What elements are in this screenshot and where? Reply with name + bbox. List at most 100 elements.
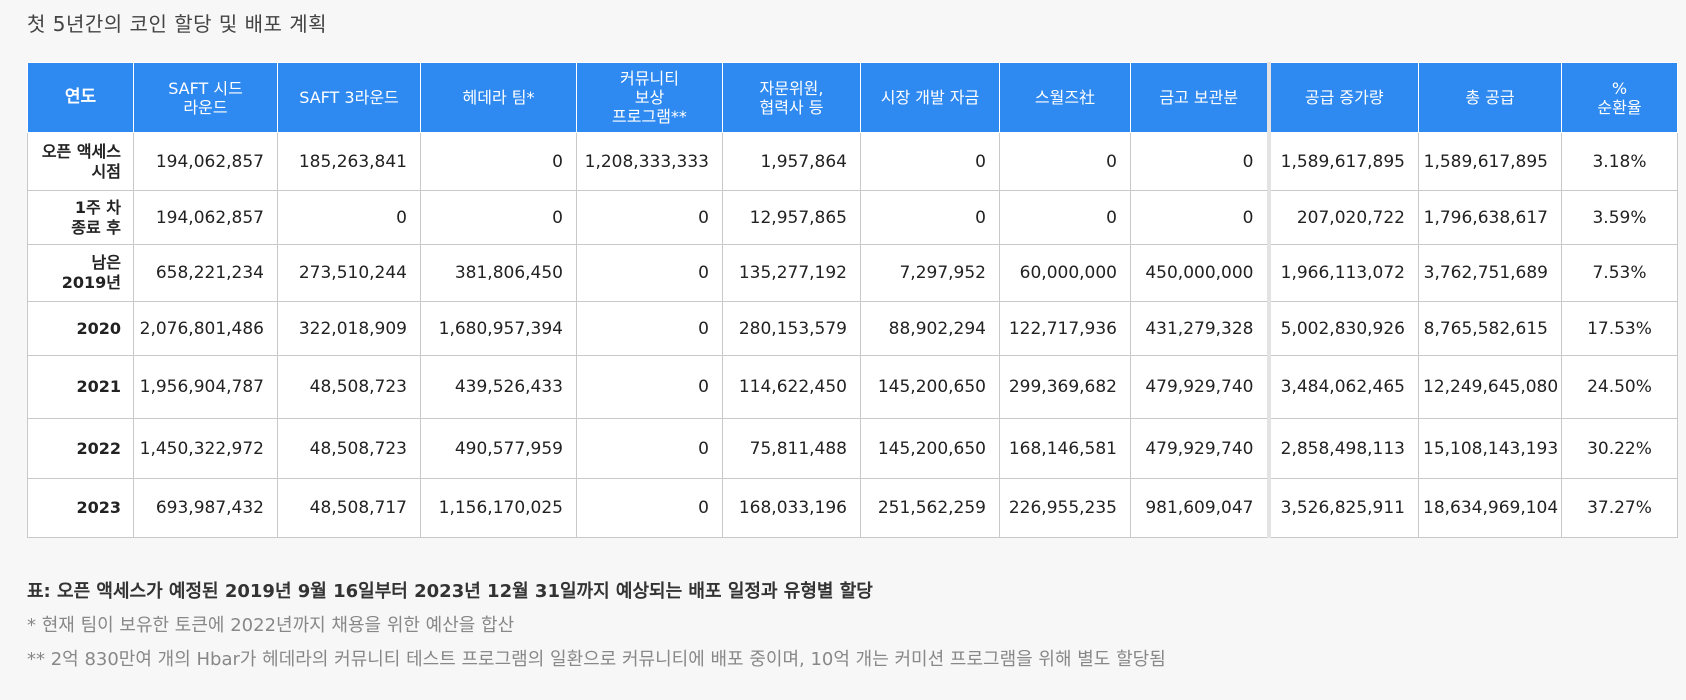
table-caption: 표: 오픈 액세스가 예정된 2019년 9월 16일부터 2023년 12월 … [27, 581, 873, 602]
table-cell: 431,279,328 [1130, 301, 1269, 356]
table-cell: 0 [1130, 190, 1269, 245]
table-cell: 18,634,969,104 [1418, 478, 1562, 538]
table-cell: 37.27% [1561, 478, 1678, 538]
table-cell: 693,987,432 [133, 478, 278, 538]
column-header-market-dev: 시장 개발 자금 [860, 62, 1000, 133]
table-row: 남은 2019년 658,221,234 273,510,244 381,806,45… [27, 244, 1678, 302]
table-cell: 30.22% [1561, 418, 1678, 479]
table-cell: 15,108,143,193 [1418, 418, 1562, 479]
table-cell: 299,369,682 [999, 355, 1131, 419]
table-cell: 114,622,450 [722, 355, 861, 419]
table-cell: 48,508,723 [277, 355, 421, 419]
table-cell: 122,717,936 [999, 301, 1131, 356]
table-header-row: 연도 SAFT 시드 라운드 SAFT 3라운드 헤데라 팀* 커뮤니티 보상 … [27, 62, 1678, 133]
table-cell: 7.53% [1561, 244, 1678, 302]
column-header-advisors: 자문위원, 협력사 등 [722, 62, 861, 133]
page-title: 첫 5년간의 코인 할당 및 배포 계획 [27, 12, 328, 36]
row-year-label: 오픈 액세스 시점 [27, 132, 134, 191]
table-cell: 24.50% [1561, 355, 1678, 419]
table-cell: 1,589,617,895 [1266, 132, 1419, 191]
table-cell: 439,526,433 [420, 355, 577, 419]
table-row: 2022 1,450,322,972 48,508,723 490,577,959 0 7… [27, 418, 1678, 479]
table-cell: 168,146,581 [999, 418, 1131, 479]
row-year-label: 1주 차 종료 후 [27, 190, 134, 245]
table-cell: 8,765,582,615 [1418, 301, 1562, 356]
column-header-saft-round3: SAFT 3라운드 [277, 62, 421, 133]
table-cell: 48,508,717 [277, 478, 421, 538]
table-cell: 3,484,062,465 [1266, 355, 1419, 419]
table-cell: 0 [860, 132, 1000, 191]
column-header-total-supply: 총 공급 [1418, 62, 1562, 133]
table-cell: 5,002,830,926 [1266, 301, 1419, 356]
column-header-saft-seed: SAFT 시드 라운드 [133, 62, 278, 133]
table-cell: 0 [576, 478, 723, 538]
column-header-year: 연도 [27, 62, 134, 133]
row-year-label: 남은 2019년 [27, 244, 134, 302]
table-cell: 60,000,000 [999, 244, 1131, 302]
table-cell: 1,680,957,394 [420, 301, 577, 356]
table-cell: 48,508,723 [277, 418, 421, 479]
table-cell: 2,858,498,113 [1266, 418, 1419, 479]
table-cell: 0 [576, 301, 723, 356]
table-cell: 1,589,617,895 [1418, 132, 1562, 191]
table-cell: 2,076,801,486 [133, 301, 278, 356]
table-row: 1주 차 종료 후 194,062,857 0 0 0 12,957,865 0 0 0 207,… [27, 190, 1678, 245]
table-cell: 0 [420, 132, 577, 191]
table-row: 2023 693,987,432 48,508,717 1,156,170,025 0 1… [27, 478, 1678, 538]
table-cell: 1,957,864 [722, 132, 861, 191]
table-cell: 0 [576, 355, 723, 419]
table-cell: 168,033,196 [722, 478, 861, 538]
allocation-table: 연도 SAFT 시드 라운드 SAFT 3라운드 헤데라 팀* 커뮤니티 보상 … [27, 62, 1678, 538]
table-cell: 0 [576, 244, 723, 302]
table-cell: 0 [420, 190, 577, 245]
table-row: 오픈 액세스 시점 194,062,857 185,263,841 0 1,208,33… [27, 132, 1678, 191]
table-cell: 207,020,722 [1266, 190, 1419, 245]
table-cell: 0 [999, 132, 1131, 191]
table-cell: 194,062,857 [133, 132, 278, 191]
table-cell: 3.59% [1561, 190, 1678, 245]
table-cell: 17.53% [1561, 301, 1678, 356]
column-header-circulation: % 순환율 [1561, 62, 1678, 133]
table-cell: 3,526,825,911 [1266, 478, 1419, 538]
column-header-treasury: 금고 보관분 [1130, 62, 1269, 133]
table-cell: 251,562,259 [860, 478, 1000, 538]
table-cell: 7,297,952 [860, 244, 1000, 302]
table-cell: 381,806,450 [420, 244, 577, 302]
table-cell: 1,156,170,025 [420, 478, 577, 538]
table-cell: 145,200,650 [860, 418, 1000, 479]
table-cell: 280,153,579 [722, 301, 861, 356]
table-cell: 3,762,751,689 [1418, 244, 1562, 302]
table-cell: 0 [277, 190, 421, 245]
table-cell: 1,450,322,972 [133, 418, 278, 479]
column-header-supply-increase: 공급 증가량 [1266, 62, 1419, 133]
table-cell: 12,957,865 [722, 190, 861, 245]
table-cell: 0 [999, 190, 1131, 245]
column-header-hedera-team: 헤데라 팀* [420, 62, 577, 133]
table-cell: 479,929,740 [1130, 355, 1269, 419]
table-cell: 0 [1130, 132, 1269, 191]
table-cell: 490,577,959 [420, 418, 577, 479]
table-cell: 1,966,113,072 [1266, 244, 1419, 302]
table-cell: 135,277,192 [722, 244, 861, 302]
row-year-label: 2022 [27, 418, 134, 479]
table-cell: 0 [576, 418, 723, 479]
table-cell: 1,796,638,617 [1418, 190, 1562, 245]
row-year-label: 2020 [27, 301, 134, 356]
column-header-community-rewards: 커뮤니티 보상 프로그램** [576, 62, 723, 133]
table-cell: 273,510,244 [277, 244, 421, 302]
row-year-label: 2023 [27, 478, 134, 538]
column-header-swirlds: 스월즈社 [999, 62, 1131, 133]
table-cell: 1,956,904,787 [133, 355, 278, 419]
table-cell: 0 [860, 190, 1000, 245]
table-cell: 145,200,650 [860, 355, 1000, 419]
table-cell: 0 [576, 190, 723, 245]
table-cell: 479,929,740 [1130, 418, 1269, 479]
table-row: 2020 2,076,801,486 322,018,909 1,680,957,39… [27, 301, 1678, 356]
table-cell: 185,263,841 [277, 132, 421, 191]
row-year-label: 2021 [27, 355, 134, 419]
table-cell: 450,000,000 [1130, 244, 1269, 302]
table-cell: 88,902,294 [860, 301, 1000, 356]
table-cell: 3.18% [1561, 132, 1678, 191]
table-cell: 194,062,857 [133, 190, 278, 245]
footnote-team: * 현재 팀이 보유한 토큰에 2022년까지 채용을 위한 예산을 합산 [27, 615, 515, 636]
